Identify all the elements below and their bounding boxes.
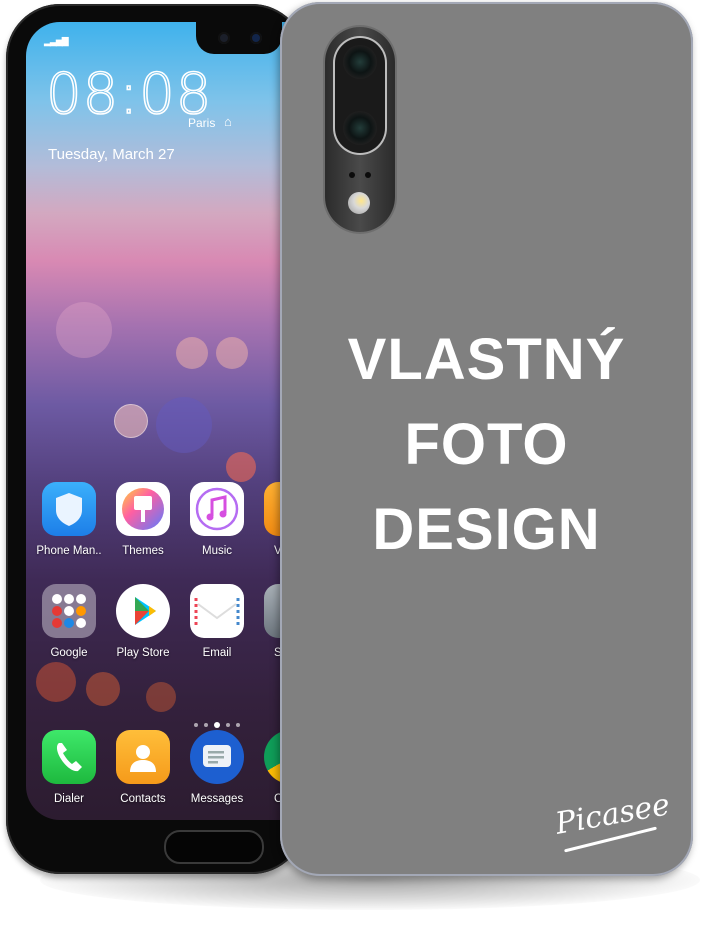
phone-icon: [42, 730, 96, 784]
headline-line: FOTO: [404, 412, 569, 477]
music-note-icon: [190, 482, 244, 536]
page-dot-active[interactable]: [214, 722, 220, 728]
bokeh-light: [226, 452, 256, 482]
app-label: Messages: [190, 793, 244, 805]
dock-dialer[interactable]: Dialer: [32, 730, 106, 805]
flash-icon: [348, 192, 370, 214]
page-dot[interactable]: [226, 723, 230, 727]
sensor-dot: [349, 172, 355, 178]
page-indicator: [194, 722, 240, 728]
message-bubble-icon: [190, 730, 244, 784]
bokeh-light: [56, 302, 112, 358]
sensor-dot: [365, 172, 371, 178]
bokeh-light: [86, 672, 120, 706]
app-themes[interactable]: Themes: [106, 482, 180, 557]
rear-camera-module: [325, 27, 395, 232]
app-label: Music: [201, 545, 233, 557]
brand-logo: Picasee: [552, 787, 673, 842]
bokeh-light: [176, 337, 208, 369]
app-label: Google: [50, 647, 88, 659]
contact-person-icon: [116, 730, 170, 784]
rear-camera-lens-icon: [343, 111, 377, 145]
lens-frame: [335, 38, 385, 153]
notch: [196, 22, 282, 54]
app-label: Themes: [122, 545, 164, 557]
app-phone-manager[interactable]: Phone Man..: [32, 482, 106, 557]
signal-bars-icon: ▂▃▅▇: [44, 36, 69, 46]
bokeh-light: [114, 404, 148, 438]
rear-camera-lens-icon: [343, 45, 377, 79]
dock-messages[interactable]: Messages: [180, 730, 254, 805]
bokeh-light: [156, 397, 212, 453]
app-label: Email: [202, 647, 232, 659]
earpiece-sensor: [218, 32, 230, 44]
app-label: Contacts: [120, 793, 166, 805]
google-folder-icon: [42, 584, 96, 638]
app-music[interactable]: Music: [180, 482, 254, 557]
front-camera-icon: [250, 32, 262, 44]
app-label: Phone Man..: [36, 545, 102, 557]
app-google-folder[interactable]: Google: [32, 584, 106, 659]
app-label: Dialer: [53, 793, 85, 805]
phone-case-back: VLASTNÝ FOTO DESIGN Picasee: [280, 2, 693, 876]
fingerprint-home-button[interactable]: [164, 830, 264, 864]
app-email[interactable]: Email: [180, 584, 254, 659]
dock-contacts[interactable]: Contacts: [106, 730, 180, 805]
page-dot[interactable]: [236, 723, 240, 727]
lockscreen-date: Tuesday, March 27: [48, 146, 175, 163]
shield-icon: [42, 482, 96, 536]
headline-line: VLASTNÝ: [347, 327, 626, 392]
clock-city: Paris: [188, 116, 216, 130]
envelope-icon: [190, 584, 244, 638]
home-icon: ⌂: [224, 114, 232, 129]
bokeh-light: [146, 682, 176, 712]
bokeh-light: [36, 662, 76, 702]
page-dot[interactable]: [204, 723, 208, 727]
headline-line: DESIGN: [372, 497, 601, 562]
paintbrush-icon: [116, 482, 170, 536]
case-headline: VLASTNÝ FOTO DESIGN: [280, 317, 693, 572]
page-dot[interactable]: [194, 723, 198, 727]
app-play-store[interactable]: Play Store: [106, 584, 180, 659]
app-label: Play Store: [116, 647, 170, 659]
bokeh-light: [216, 337, 248, 369]
phone-front: ▂▃▅▇ 08:08 Paris ⌂ Tuesday, March 27 Pho…: [6, 4, 326, 874]
play-store-icon: [116, 584, 170, 638]
